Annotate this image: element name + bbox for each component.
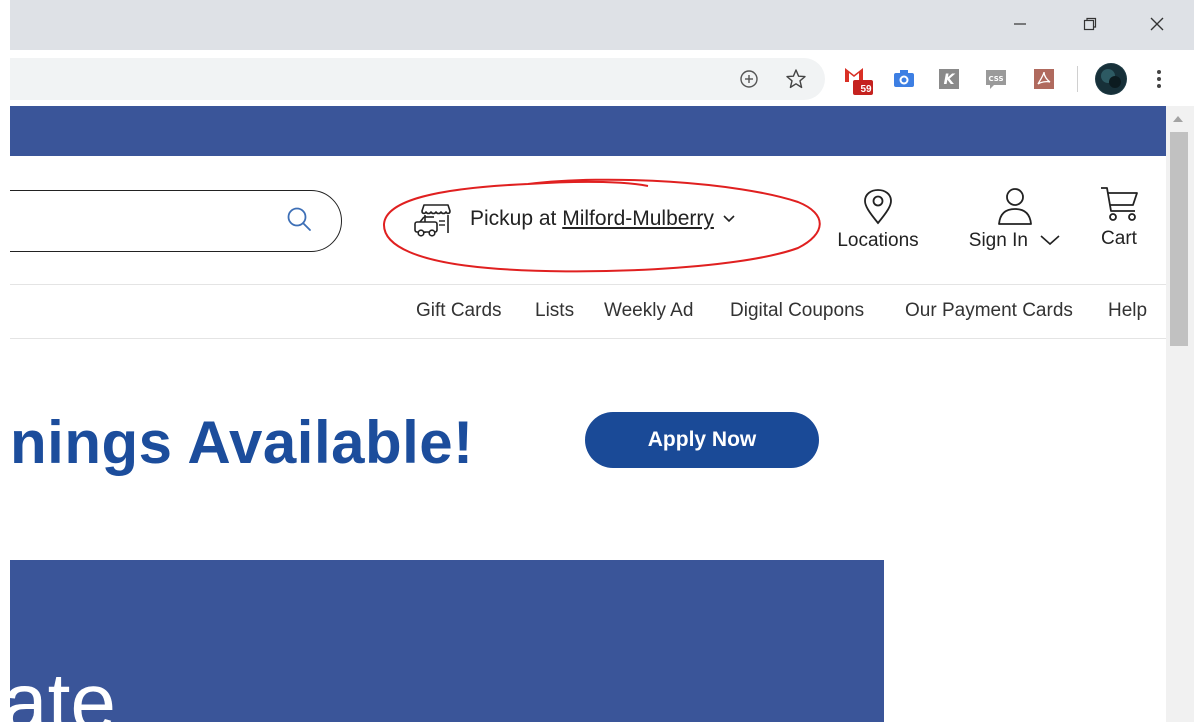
store-truck-icon <box>414 204 451 237</box>
browser-toolbar <box>10 50 1194 106</box>
scrollbar-thumb[interactable] <box>1170 132 1188 346</box>
star-icon <box>786 69 806 89</box>
profile-avatar[interactable] <box>1095 63 1127 95</box>
camera-icon <box>894 70 914 87</box>
camera-extension[interactable] <box>891 66 917 92</box>
header-divider <box>10 284 1166 285</box>
sign-in-menu[interactable]: Sign In <box>965 186 1065 252</box>
subnav-payment-cards[interactable]: Our Payment Cards <box>905 300 1073 322</box>
locations-label: Locations <box>837 230 919 251</box>
search-icon <box>287 207 311 231</box>
address-bar[interactable] <box>10 58 825 100</box>
minimize-icon <box>1014 23 1026 25</box>
restore-icon <box>1083 17 1097 31</box>
hero-banner-text: ate <box>10 657 116 722</box>
pdf-icon <box>1034 69 1054 89</box>
gmail-badge: 59 <box>860 83 872 95</box>
subnav-weekly-ad[interactable]: Weekly Ad <box>604 300 693 322</box>
sign-in-text: Sign In <box>968 230 1028 251</box>
subnav-help[interactable]: Help <box>1108 300 1147 322</box>
pickup-prefix: Pickup at <box>470 207 557 230</box>
zoom-icon <box>740 70 758 88</box>
close-button[interactable] <box>1142 10 1172 38</box>
kebab-menu-icon <box>1157 70 1161 88</box>
avatar-icon <box>1096 64 1126 94</box>
scroll-up-arrow[interactable] <box>1173 116 1183 122</box>
close-icon <box>1150 17 1164 31</box>
subnav-divider <box>10 338 1166 339</box>
pickup-store-name[interactable]: Milford-Mulberry <box>562 207 714 230</box>
cart-label: Cart <box>1101 228 1137 249</box>
subnav-lists[interactable]: Lists <box>535 300 574 322</box>
pickup-store-selector[interactable]: Pickup at Milford-Mulberry <box>412 196 736 242</box>
hero-headline: nings Available! <box>10 409 474 476</box>
sign-in-label: Sign In <box>969 230 1061 252</box>
toolbar-divider <box>1077 66 1078 92</box>
subnav-digital-coupons[interactable]: Digital Coupons <box>730 300 864 322</box>
minimize-button[interactable] <box>1005 10 1035 38</box>
css-icon: CSS <box>986 70 1006 89</box>
pdf-extension[interactable] <box>1031 66 1057 92</box>
restore-button[interactable] <box>1075 10 1105 38</box>
k-extension-icon: K <box>939 69 959 89</box>
svg-text:K: K <box>944 72 956 88</box>
cart-link[interactable]: Cart <box>1094 184 1144 250</box>
css-extension[interactable]: CSS <box>983 66 1009 92</box>
browser-menu-button[interactable] <box>1150 66 1168 92</box>
left-clip-edge <box>0 0 10 722</box>
locations-link[interactable]: Locations <box>835 188 921 252</box>
site-top-bar <box>10 106 1166 156</box>
chevron-down-icon <box>723 215 735 223</box>
subnav-gift-cards[interactable]: Gift Cards <box>416 300 502 322</box>
chevron-down-icon <box>1040 235 1060 246</box>
bookmark-button[interactable] <box>784 67 808 91</box>
cart-icon <box>1101 187 1138 221</box>
zoom-button[interactable] <box>737 67 761 91</box>
apply-now-button[interactable]: Apply Now <box>585 412 819 468</box>
hero-banner: ate <box>10 560 884 722</box>
location-pin-icon <box>864 189 892 225</box>
svg-text:CSS: CSS <box>988 75 1003 83</box>
pickup-label: Pickup at Milford-Mulberry <box>470 207 714 231</box>
user-icon <box>998 188 1032 225</box>
search-button[interactable] <box>284 204 314 234</box>
k-extension[interactable]: K <box>936 66 962 92</box>
